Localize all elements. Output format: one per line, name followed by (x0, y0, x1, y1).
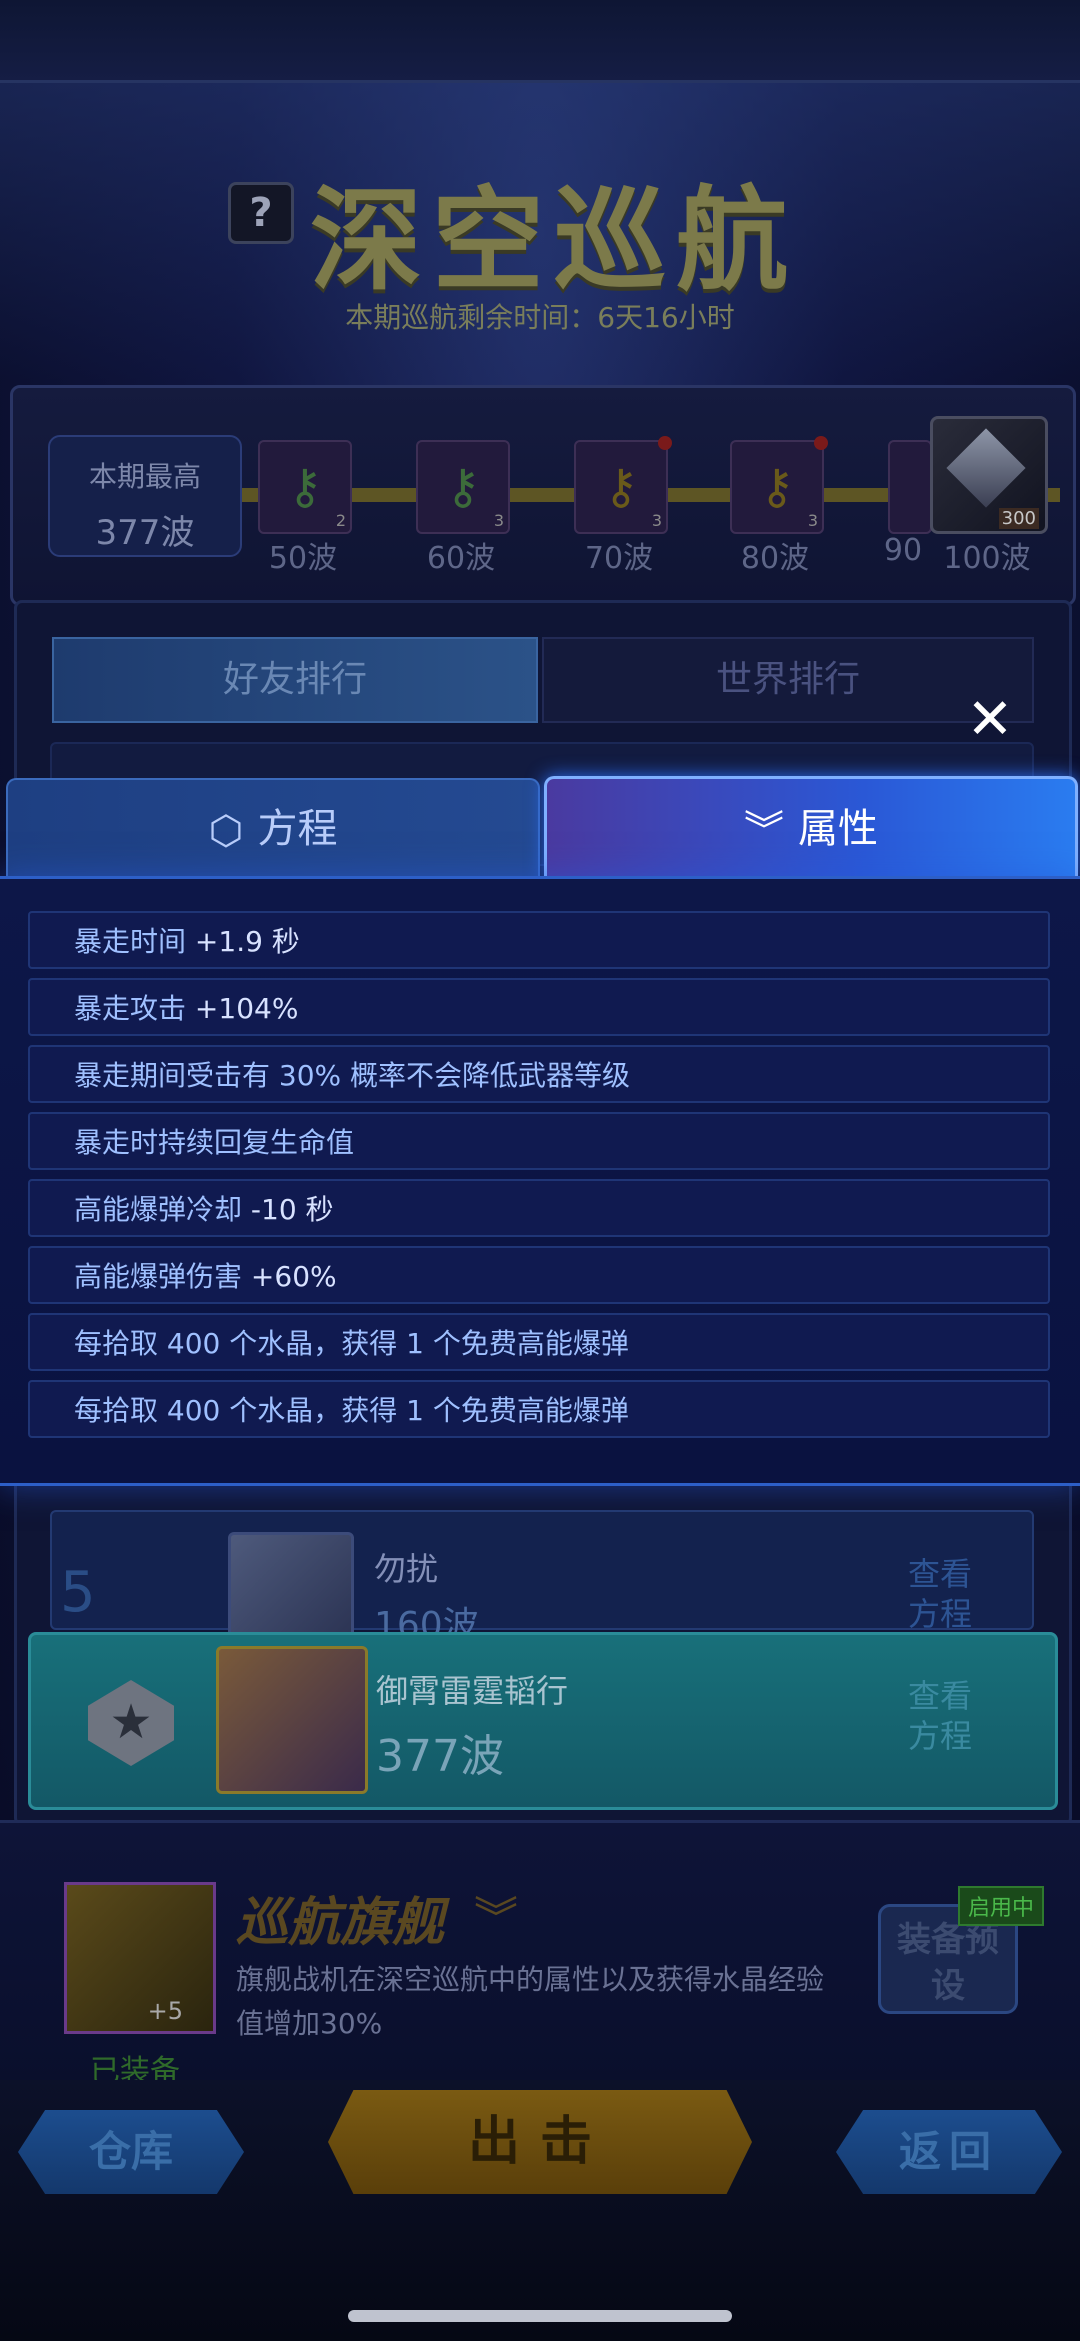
attribute-name: 暴走期间受击有 30% 概率不会降低武器等级 (74, 1059, 631, 1092)
attribute-value: -10 秒 (242, 1193, 334, 1226)
attribute-row: 每拾取 400 个水晶，获得 1 个免费高能爆弹 (28, 1380, 1050, 1438)
chevron-rank-icon: ︾ (474, 1893, 518, 1944)
cruise-timer: 本期巡航剩余时间：6天16小时 (345, 301, 735, 334)
reward-count: 3 (807, 511, 818, 530)
attack-button[interactable]: 出击 (328, 2090, 752, 2194)
view-formula-link[interactable]: 查看方程 (908, 1676, 972, 1756)
hexagon-icon: ⬡ (208, 808, 244, 854)
view-formula-link[interactable]: 查看方程 (908, 1554, 972, 1634)
page-title: 深空巡航 (310, 175, 798, 306)
flagship-description: 旗舰战机在深空巡航中的属性以及获得水晶经验值增加30% (236, 1963, 825, 2040)
attributes-modal: 暴走时间 +1.9 秒 暴走攻击 +104% 暴走期间受击有 30% 概率不会降… (0, 876, 1080, 1486)
reward-80[interactable]: ⚷ 3 (730, 436, 828, 534)
attribute-value: +1.9 秒 (186, 925, 300, 958)
attribute-row: 暴走时持续回复生命值 (28, 1112, 1050, 1170)
reward-100[interactable]: 300 (930, 416, 1048, 534)
tab-friend-rank[interactable]: 好友排行 (52, 637, 538, 723)
reward-label: 50波 (268, 541, 338, 576)
flagship-level: +5 (147, 1997, 183, 2025)
in-use-badge: 启用中 (958, 1886, 1045, 1926)
attribute-name: 每拾取 400 个水晶，获得 1 个免费高能爆弹 (74, 1327, 629, 1360)
reward-70[interactable]: ⚷ 3 (574, 436, 672, 534)
attribute-name: 每拾取 400 个水晶，获得 1 个免费高能爆弹 (74, 1394, 629, 1427)
crystal-icon (946, 428, 1026, 508)
best-label: 本期最高 (88, 460, 201, 493)
key-icon: ⚷ (287, 459, 323, 515)
tab-formula[interactable]: ⬡ 方程 (6, 778, 540, 878)
tab-attributes-label: 属性 (798, 806, 878, 852)
table-row[interactable] (50, 1510, 1034, 1630)
attribute-row: 暴走期间受击有 30% 概率不会降低武器等级 (28, 1045, 1050, 1103)
attribute-name: 暴走时间 (74, 925, 187, 958)
attribute-row: 每拾取 400 个水晶，获得 1 个免费高能爆弹 (28, 1313, 1050, 1371)
attribute-row: 高能爆弹冷却 -10 秒 (28, 1179, 1050, 1237)
chevron-down-icon: ︾ (744, 808, 784, 854)
key-icon: ⚷ (759, 459, 795, 515)
attribute-value: +60% (242, 1260, 337, 1293)
reward-label: 80波 (740, 541, 810, 576)
reward-count: 3 (651, 511, 662, 530)
notification-dot (814, 436, 828, 450)
best-value: 377波 (95, 513, 195, 553)
avatar (228, 1532, 354, 1638)
reward-count: 2 (335, 511, 346, 530)
player-wave: 377波 (376, 1731, 504, 1782)
key-icon: ⚷ (603, 459, 639, 515)
player-name: 勿扰 (374, 1550, 439, 1588)
attribute-row: 高能爆弹伤害 +60% (28, 1246, 1050, 1304)
attribute-row: 暴走攻击 +104% (28, 978, 1050, 1036)
attribute-row: 暴走时间 +1.9 秒 (28, 911, 1050, 969)
attribute-name: 高能爆弹伤害 (74, 1260, 243, 1293)
reward-label: 100波 (943, 541, 1031, 576)
back-button[interactable]: 返回 (836, 2110, 1062, 2194)
attribute-name: 高能爆弹冷却 (74, 1193, 243, 1226)
attribute-name: 暴走攻击 (74, 992, 187, 1025)
reward-60[interactable]: ⚷ 3 (416, 440, 510, 534)
tab-attributes[interactable]: ︾ 属性 (544, 776, 1078, 879)
warehouse-button[interactable]: 仓库 (18, 2110, 244, 2194)
notification-dot (658, 436, 672, 450)
best-wave-box: 本期最高 377波 (48, 435, 242, 557)
home-indicator[interactable] (348, 2310, 732, 2322)
attribute-value: +104% (186, 992, 299, 1025)
flagship-title: 巡航旗舰 (236, 1892, 445, 1953)
reward-label: 90 (883, 533, 923, 568)
close-icon[interactable]: ✕ (960, 690, 1020, 750)
top-frame (0, 0, 1080, 83)
flagship-ship[interactable]: +5 (64, 1882, 216, 2034)
key-icon: ⚷ (445, 459, 481, 515)
help-icon[interactable]: ? (228, 182, 294, 244)
reward-count: 3 (493, 511, 504, 530)
rank-number: 5 (60, 1560, 96, 1625)
reward-label: 60波 (426, 541, 496, 576)
reward-90[interactable] (888, 440, 932, 534)
reward-count: 300 (998, 508, 1039, 529)
attribute-name: 暴走时持续回复生命值 (74, 1126, 355, 1159)
avatar (216, 1646, 368, 1794)
reward-50[interactable]: ⚷ 2 (258, 440, 352, 534)
player-name: 御霄雷霆韬行 (376, 1672, 569, 1710)
tab-formula-label: 方程 (257, 806, 338, 852)
reward-label: 70波 (584, 541, 654, 576)
my-rank-row[interactable] (28, 1632, 1058, 1810)
